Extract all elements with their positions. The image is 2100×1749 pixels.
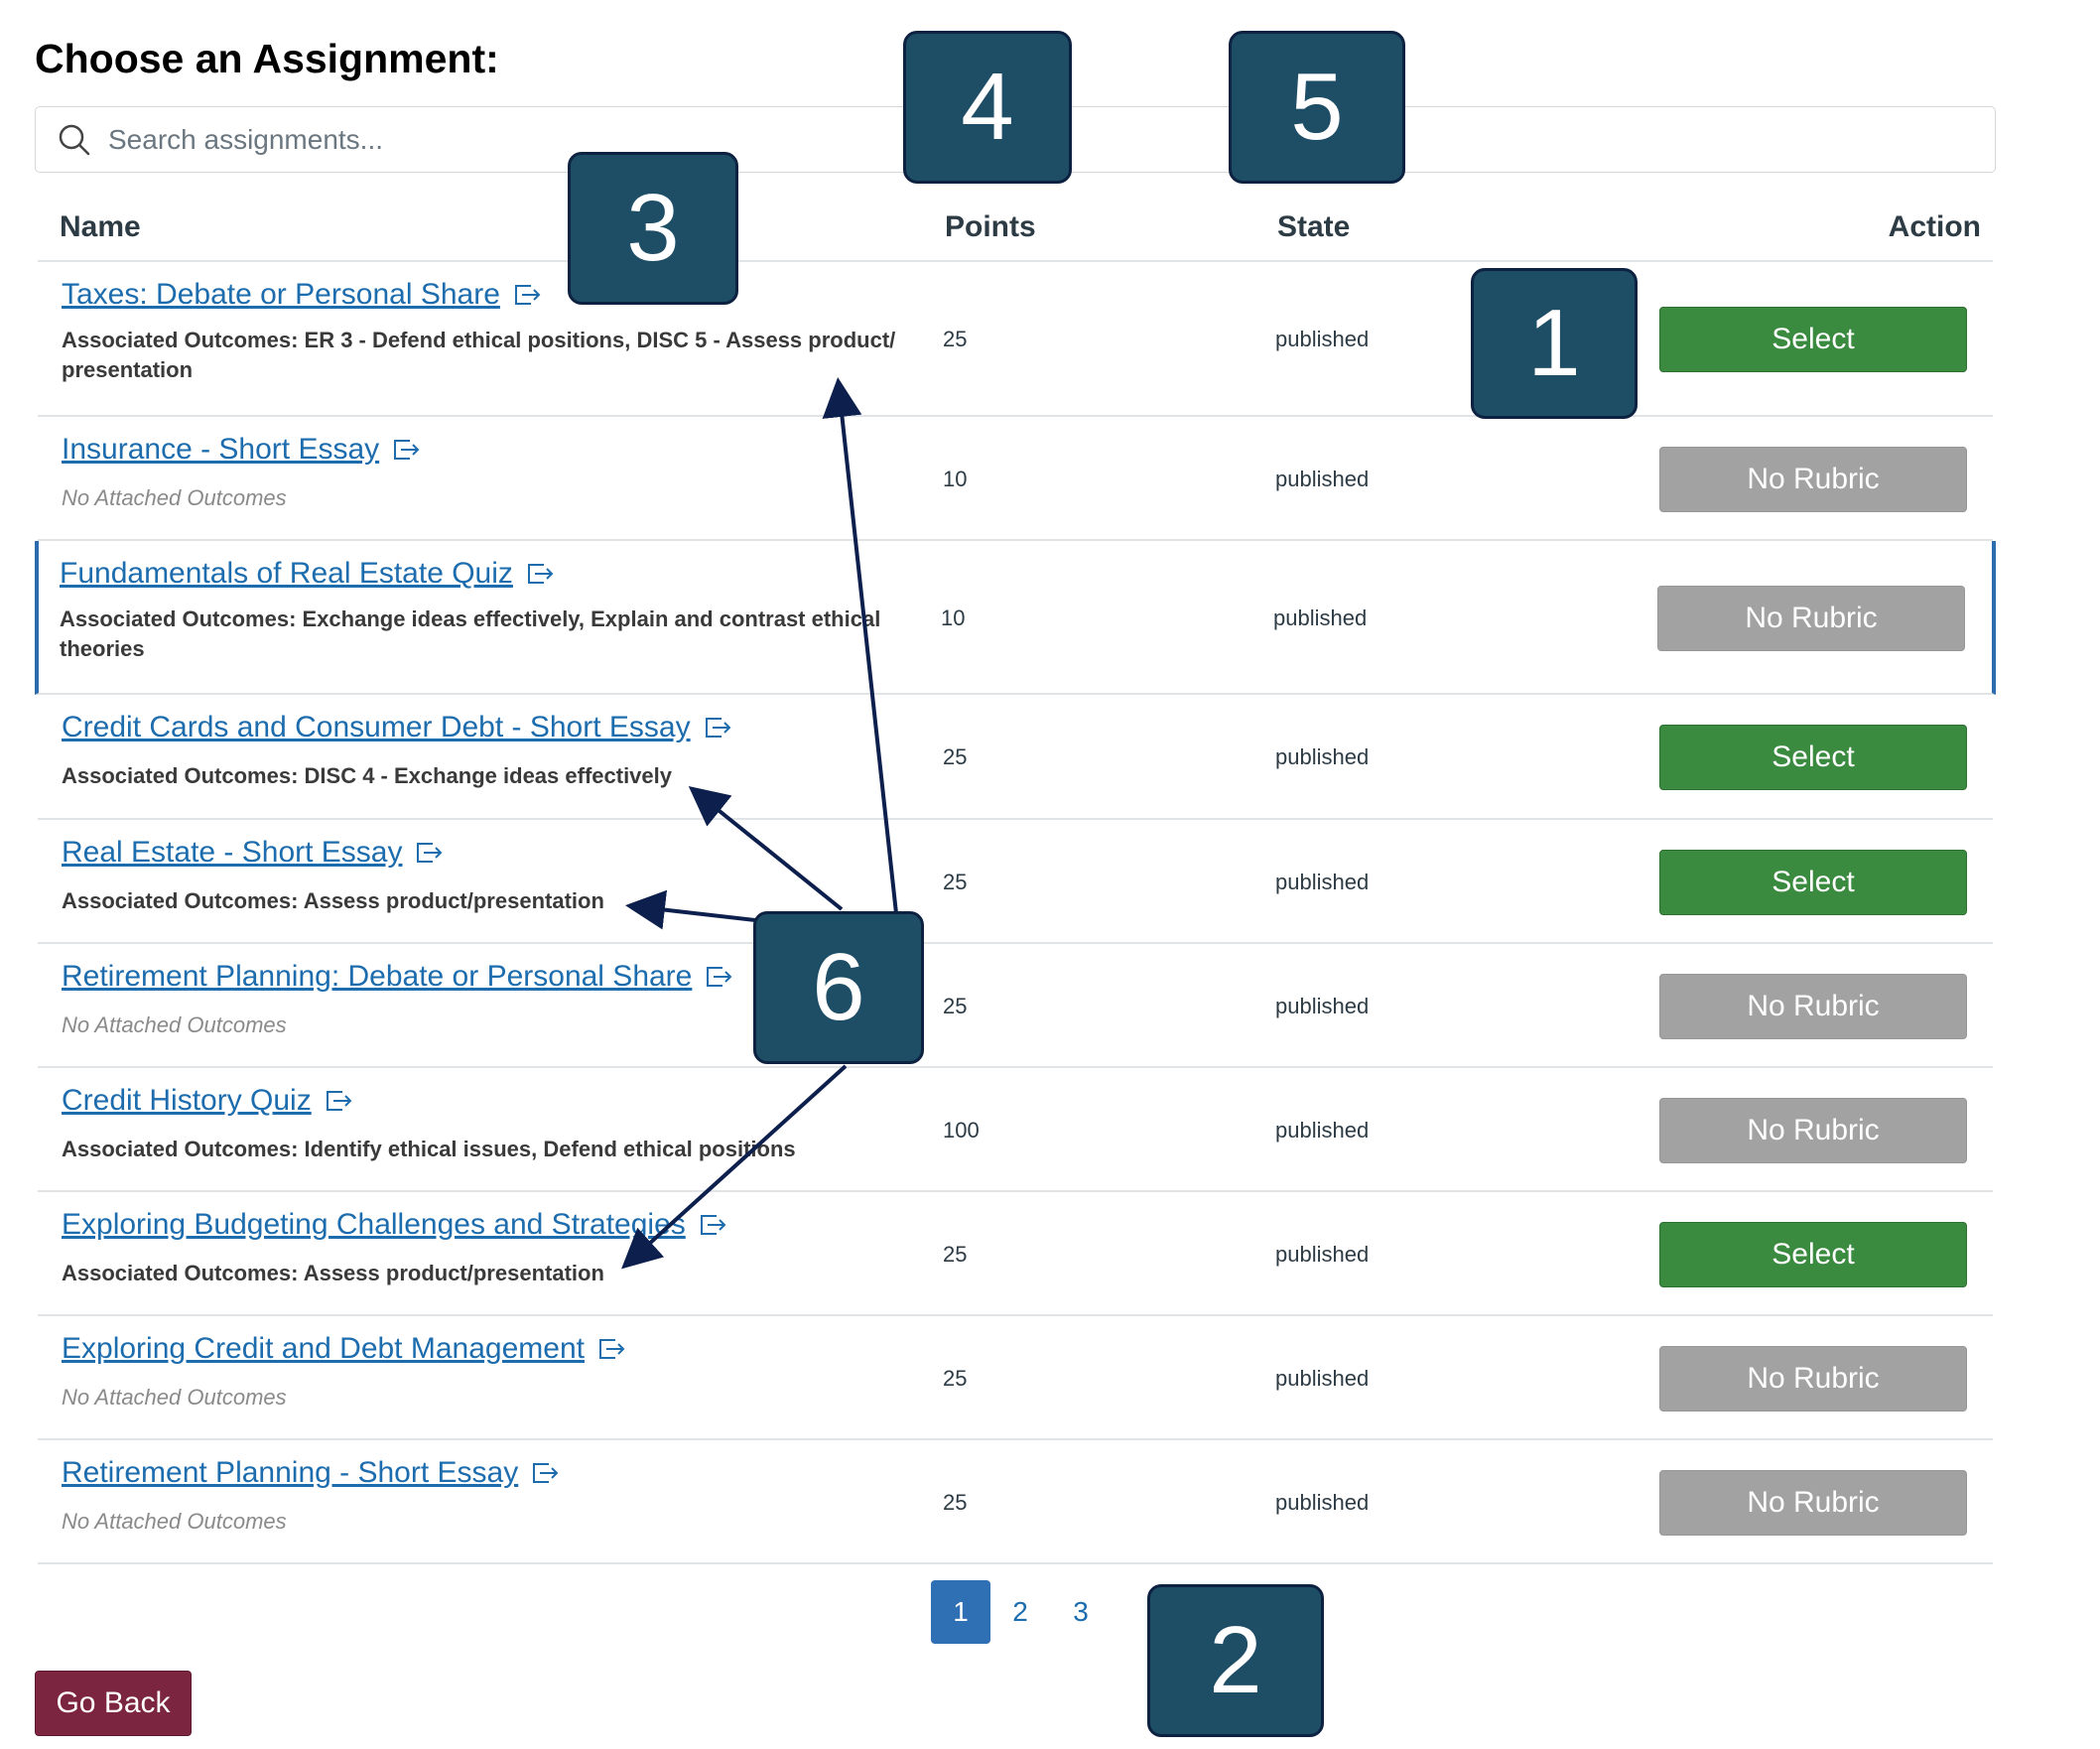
annotation-badge-1: 1 <box>1471 268 1638 419</box>
annotation-badge-3: 3 <box>568 152 738 305</box>
arrow-to-row-5-outcomes <box>625 889 765 930</box>
arrow-to-row-1-outcomes <box>822 377 898 914</box>
arrow-to-row-4-outcomes <box>688 785 844 911</box>
annotation-badge-6: 6 <box>753 911 924 1064</box>
annotation-arrows <box>621 377 898 1270</box>
annotation-badge-4: 4 <box>903 31 1072 184</box>
annotation-badge-5: 5 <box>1229 31 1405 184</box>
arrow-to-row-8-outcomes <box>621 1064 848 1270</box>
annotation-badge-2: 2 <box>1147 1584 1324 1737</box>
assignment-chooser: Choose an Assignment: Name Points State … <box>0 0 2100 1749</box>
